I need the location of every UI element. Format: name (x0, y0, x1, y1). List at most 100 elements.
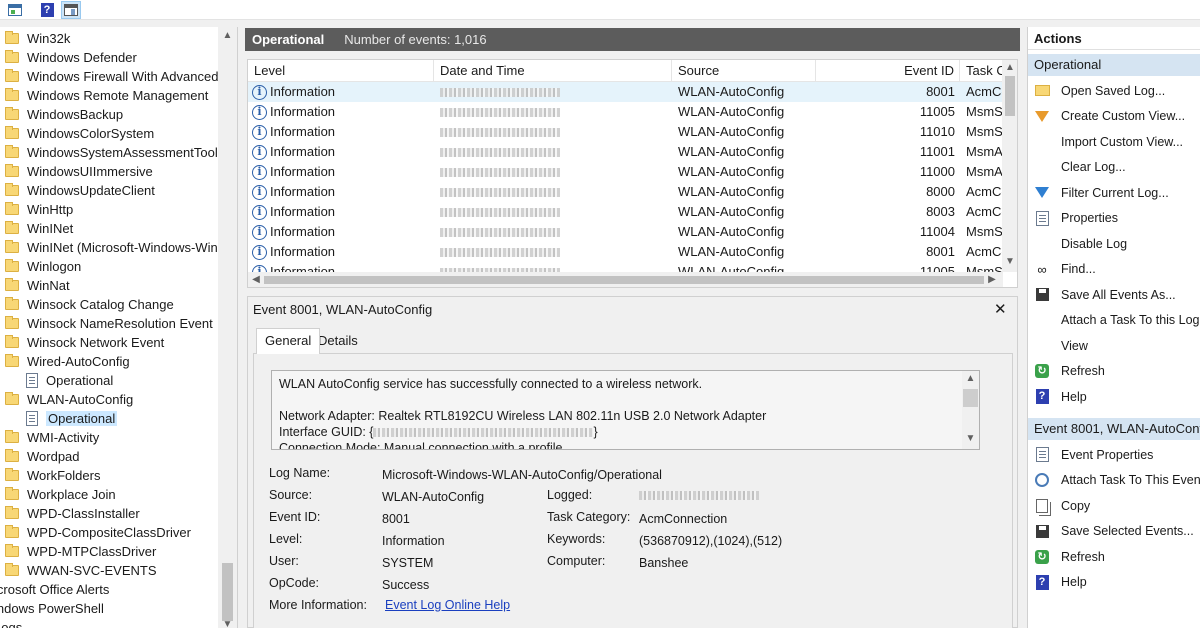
action-save-selected-events[interactable]: Save Selected Events... (1028, 520, 1200, 543)
help-icon[interactable]: ? (37, 1, 57, 19)
scroll-up-icon[interactable]: ▲ (218, 30, 237, 41)
tree-item-windowsupdateclient[interactable]: WindowsUpdateClient (5, 181, 155, 200)
scroll-left-icon[interactable]: ◀ (248, 274, 264, 285)
scroll-down-icon[interactable]: ▼ (962, 433, 979, 444)
action-save-all-events-as[interactable]: Save All Events As... (1028, 283, 1200, 306)
tree-scrollbar[interactable]: ▲ ▼ (218, 27, 237, 628)
tree-item-wwan-svc-events[interactable]: WWAN-SVC-EVENTS (5, 561, 157, 580)
column-event-id[interactable]: Event ID (816, 60, 960, 82)
scroll-down-icon[interactable]: ▼ (1002, 256, 1017, 267)
tree-item-wpd-compositeclassdriver[interactable]: WPD-CompositeClassDriver (5, 523, 191, 542)
tree-item-label: WinHttp (27, 202, 74, 217)
tree-item-windowsbackup[interactable]: WindowsBackup (5, 105, 123, 124)
column-source[interactable]: Source (672, 60, 816, 82)
table-row[interactable]: iInformation WLAN-AutoConfig 8003 AcmCo (248, 202, 1003, 222)
tree-item-winsock-network-event[interactable]: Winsock Network Event (5, 333, 164, 352)
window-icon[interactable] (5, 1, 25, 19)
scroll-thumb[interactable] (1005, 76, 1015, 116)
action-clear-log[interactable]: Clear Log... (1028, 156, 1200, 179)
properties-icon (1034, 210, 1050, 226)
scroll-right-icon[interactable]: ▶ (984, 274, 1000, 285)
event-message-box[interactable]: WLAN AutoConfig service has successfully… (271, 370, 980, 450)
action-open-saved-log[interactable]: Open Saved Log... (1028, 79, 1200, 102)
tab-general[interactable]: General (256, 328, 321, 354)
action-filter-current-log[interactable]: Filter Current Log... (1028, 181, 1200, 204)
column-date-time[interactable]: Date and Time (434, 60, 672, 82)
column-task-category[interactable]: Task C (960, 60, 1003, 82)
tree-item-windows-firewall-with-advanced-se[interactable]: Windows Firewall With Advanced Se (5, 67, 237, 86)
tree-item-indows-powershell[interactable]: indows PowerShell (0, 599, 104, 618)
scroll-thumb[interactable] (222, 563, 233, 621)
tree-item-windowssystemassessmenttool[interactable]: WindowsSystemAssessmentTool (5, 143, 218, 162)
column-level[interactable]: Level (248, 60, 434, 82)
row-date-time (440, 82, 672, 102)
tree-item-wmi-activity[interactable]: WMI-Activity (5, 428, 99, 447)
action-help[interactable]: ? Help (1028, 571, 1200, 594)
action-label: Import Custom View... (1061, 134, 1184, 149)
tree-item-wpd-mtpclassdriver[interactable]: WPD-MTPClassDriver (5, 542, 156, 561)
event-log-online-help-link[interactable]: Event Log Online Help (385, 598, 510, 612)
table-row[interactable]: iInformation WLAN-AutoConfig 11005 MsmS (248, 102, 1003, 122)
scroll-up-icon[interactable]: ▲ (962, 373, 979, 384)
action-label: View (1061, 338, 1088, 353)
tree-item-winsock-catalog-change[interactable]: Winsock Catalog Change (5, 295, 174, 314)
tree-item-winlogon[interactable]: Winlogon (5, 257, 81, 276)
action-attach-a-task-to-this-log[interactable]: Attach a Task To this Log... (1028, 309, 1200, 332)
tree-item-winsock-nameresolution-event[interactable]: Winsock NameResolution Event (5, 314, 213, 333)
action-disable-log[interactable]: Disable Log (1028, 232, 1200, 255)
table-row[interactable]: iInformation WLAN-AutoConfig 8001 AcmCo (248, 82, 1003, 102)
tree-item-workfolders[interactable]: WorkFolders (5, 466, 100, 485)
scroll-thumb[interactable] (963, 389, 978, 407)
action-find[interactable]: ∞ Find... (1028, 258, 1200, 281)
tree-item-windows-remote-management[interactable]: Windows Remote Management (5, 86, 208, 105)
close-icon[interactable]: ✕ (994, 300, 1007, 318)
tree-item-wininet-microsoft-windows-wini[interactable]: WinINet (Microsoft-Windows-WinI (5, 238, 221, 257)
action-copy[interactable]: Copy (1028, 494, 1200, 517)
tree-item-workplace-join[interactable]: Workplace Join (5, 485, 116, 504)
scroll-up-icon[interactable]: ▲ (1002, 62, 1017, 73)
table-row[interactable]: i Information WLAN-AutoConfig 11000 MsmA (248, 162, 1003, 182)
tree-item-winhttp[interactable]: WinHttp (5, 200, 73, 219)
tree-item-windows-defender[interactable]: Windows Defender (5, 48, 137, 67)
tree-item-winnat[interactable]: WinNat (5, 276, 70, 295)
tree-item-win32k[interactable]: Win32k (5, 29, 70, 48)
table-row[interactable]: i Information WLAN-AutoConfig 11001 MsmA (248, 142, 1003, 162)
actions-section-operational[interactable]: Operational (1028, 54, 1200, 76)
message-scrollbar[interactable]: ▲ ▼ (962, 371, 979, 449)
action-refresh[interactable]: ↻ Refresh (1028, 360, 1200, 383)
grid-hscrollbar[interactable]: ◀ ▶ (248, 272, 1003, 287)
message-line: WLAN AutoConfig service has successfully… (279, 377, 703, 391)
scroll-down-icon[interactable]: ▼ (218, 619, 237, 628)
table-row[interactable]: iInformation WLAN-AutoConfig 8001 AcmCo (248, 242, 1003, 262)
row-source: WLAN-AutoConfig (678, 84, 785, 99)
tree-item-windowsuiimmersive[interactable]: WindowsUIImmersive (5, 162, 153, 181)
actions-section-event[interactable]: Event 8001, WLAN-AutoConfig (1028, 418, 1200, 440)
action-view[interactable]: View (1028, 334, 1200, 357)
action-properties[interactable]: Properties (1028, 207, 1200, 230)
log-header: Operational Number of events: 1,016 (245, 28, 1020, 51)
tree-item-wpd-classinstaller[interactable]: WPD-ClassInstaller (5, 504, 140, 523)
tree-item-windowscolorsystem[interactable]: WindowsColorSystem (5, 124, 154, 143)
tree-item-logs[interactable]: Logs (0, 618, 22, 628)
action-attach-task-to-this-event[interactable]: Attach Task To This Event... (1028, 469, 1200, 492)
panel-icon[interactable] (61, 1, 81, 19)
tree-item-wordpad[interactable]: Wordpad (5, 447, 80, 466)
action-refresh[interactable]: ↻ Refresh (1028, 545, 1200, 568)
tree-item-operational[interactable]: Operational (26, 409, 118, 428)
table-row[interactable]: iInformation WLAN-AutoConfig 8000 AcmCo (248, 182, 1003, 202)
event-count: Number of events: 1,016 (344, 32, 487, 47)
tree-item-wlan-autoconfig[interactable]: WLAN-AutoConfig (5, 390, 133, 409)
action-event-properties[interactable]: Event Properties (1028, 443, 1200, 466)
table-row[interactable]: i Information WLAN-AutoConfig 11010 MsmS (248, 122, 1003, 142)
tree-item-wired-autoconfig[interactable]: Wired-AutoConfig (5, 352, 130, 371)
tree-item-icrosoft-office-alerts[interactable]: icrosoft Office Alerts (0, 580, 109, 599)
scroll-thumb[interactable] (264, 276, 984, 284)
tree-item-operational[interactable]: Operational (26, 371, 113, 390)
tree-item-wininet[interactable]: WinINet (5, 219, 73, 238)
action-create-custom-view[interactable]: Create Custom View... (1028, 105, 1200, 128)
grid-vscrollbar[interactable]: ▲ ▼ (1002, 60, 1017, 272)
action-help[interactable]: ? Help (1028, 385, 1200, 408)
message-line: Connection Mode: Manual connection with … (279, 441, 563, 450)
table-row[interactable]: i Information WLAN-AutoConfig 11004 MsmS (248, 222, 1003, 242)
action-import-custom-view[interactable]: Import Custom View... (1028, 130, 1200, 153)
